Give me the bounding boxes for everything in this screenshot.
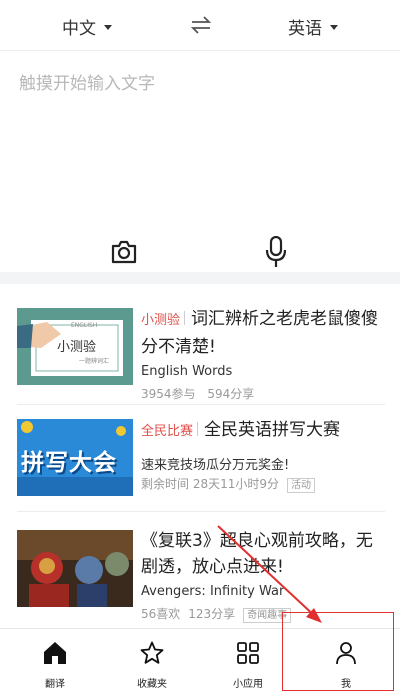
card-subtitle: English Words	[141, 364, 233, 379]
content-feed: ENGLISH 小测验 一题辨词汇 小测验 词汇辨析之老虎老鼠傻傻分不清楚! En…	[0, 284, 400, 628]
tab-me[interactable]: 我	[296, 629, 396, 697]
share-count: 594分享	[207, 387, 255, 401]
text-input-area[interactable]: 触摸开始输入文字	[0, 51, 400, 272]
card-tag: 小测验	[141, 313, 181, 328]
avengers-thumbnail	[17, 530, 133, 607]
target-language-selector[interactable]: 英语	[288, 14, 338, 39]
card-divider	[17, 511, 385, 512]
quiz-thumb-caption: 一题辨词汇	[79, 358, 110, 365]
grid-icon	[237, 642, 259, 664]
card-tag: 全民比赛	[141, 424, 194, 439]
card-divider	[17, 404, 385, 405]
person-icon	[336, 642, 356, 665]
category-badge: 奇闻趣事	[243, 608, 292, 623]
tab-translate[interactable]: 翻译	[5, 629, 105, 697]
caret-down-icon	[330, 25, 338, 30]
swap-icon[interactable]	[191, 16, 211, 34]
activity-badge: 活动	[287, 478, 315, 493]
card-title: 小测验 词汇辨析之老虎老鼠傻傻分不清楚!	[141, 306, 385, 360]
card-title-text: 全民英语拼写大赛	[204, 420, 341, 440]
source-language-label: 中文	[62, 19, 96, 39]
star-icon	[140, 641, 164, 664]
card-stats: 3954参与 594分享	[141, 385, 262, 402]
language-bar: 中文 英语	[0, 0, 400, 51]
card-stats: 56喜欢 123分享 奇闻趣事	[141, 605, 299, 623]
contest-thumb-text: 拼写大会	[21, 450, 117, 476]
quiz-thumbnail: ENGLISH 小测验 一题辨词汇	[17, 308, 133, 385]
card-subtitle: 速来竞技场瓜分万元奖金!	[141, 458, 290, 473]
tab-label: 收藏夹	[137, 679, 167, 690]
bottom-tab-bar: 翻译 收藏夹 小应用 我	[0, 628, 400, 697]
share-count: 123分享	[188, 607, 236, 621]
source-language-selector[interactable]: 中文	[62, 14, 112, 39]
section-divider	[0, 272, 400, 284]
camera-icon[interactable]	[110, 238, 138, 266]
microphone-icon[interactable]	[264, 236, 288, 268]
card-title: 全民比赛 全民英语拼写大赛	[141, 417, 385, 445]
tab-label: 翻译	[45, 679, 65, 690]
likes-count: 56喜欢	[141, 607, 181, 621]
caret-down-icon	[104, 25, 112, 30]
input-placeholder: 触摸开始输入文字	[19, 74, 155, 94]
target-language-label: 英语	[288, 19, 322, 39]
tab-label: 小应用	[233, 679, 263, 690]
quiz-thumb-small: ENGLISH	[71, 322, 98, 329]
participants-count: 3954参与	[141, 387, 196, 401]
card-stats: 剩余时间 28天11小时9分 活动	[141, 475, 323, 493]
card-title: 《复联3》超良心观前攻略，无剧透，放心点进来!	[141, 531, 373, 577]
home-icon	[44, 642, 66, 664]
tab-favorites[interactable]: 收藏夹	[102, 629, 202, 697]
tab-mini-apps[interactable]: 小应用	[198, 629, 298, 697]
quiz-thumb-text: 小测验	[57, 340, 97, 355]
contest-thumbnail: 拼写大会	[17, 419, 133, 496]
time-remaining: 剩余时间 28天11小时9分	[141, 477, 279, 491]
tab-label: 我	[341, 679, 351, 690]
card-subtitle: Avengers: Infinity War	[141, 584, 285, 599]
